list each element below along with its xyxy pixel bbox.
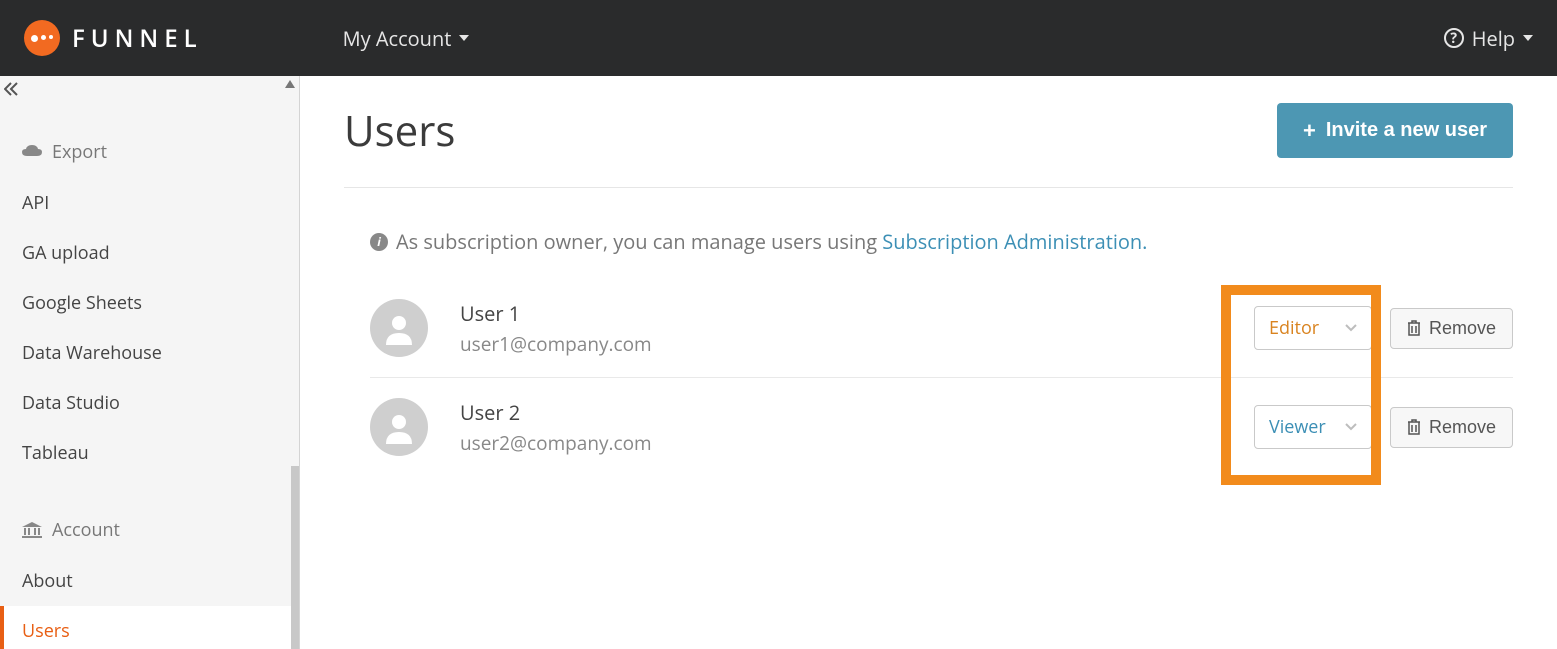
cloud-icon (22, 144, 42, 160)
logo-mark-icon (24, 20, 60, 56)
sidebar-section-export: Export (0, 126, 299, 178)
sidebar-item-google-sheets[interactable]: Google Sheets (0, 278, 299, 328)
sidebar-item-tableau[interactable]: Tableau (0, 428, 299, 478)
remove-label: Remove (1429, 417, 1496, 438)
remove-button[interactable]: Remove (1390, 308, 1513, 349)
user-row: User 1 user1@company.com Editor Remove (370, 279, 1513, 378)
info-banner: i As subscription owner, you can manage … (370, 228, 1513, 255)
collapse-sidebar-button[interactable] (4, 82, 18, 96)
sidebar-item-data-warehouse[interactable]: Data Warehouse (0, 328, 299, 378)
account-dropdown[interactable]: My Account (343, 25, 470, 52)
sidebar-item-about[interactable]: About (0, 556, 299, 606)
trash-icon (1407, 320, 1421, 336)
info-icon: i (370, 233, 388, 251)
chevron-down-icon (1345, 324, 1357, 332)
account-label: My Account (343, 25, 452, 52)
sidebar-item-ga-upload[interactable]: GA upload (0, 228, 299, 278)
user-list: User 1user1@company.comEditorRemoveUser … (370, 279, 1513, 476)
topbar: FUNNEL My Account ? Help (0, 0, 1557, 76)
scrollbar-thumb[interactable] (291, 466, 299, 649)
subscription-admin-link[interactable]: Subscription Administration. (882, 228, 1147, 255)
invite-label: Invite a new user (1326, 119, 1487, 142)
page-title: Users (344, 102, 455, 159)
bank-icon (22, 522, 42, 538)
logo[interactable]: FUNNEL (24, 20, 203, 56)
user-info: User 2 user2@company.com (460, 399, 652, 456)
help-dropdown[interactable]: ? Help (1444, 25, 1533, 52)
role-select[interactable]: Viewer (1254, 405, 1372, 449)
sidebar-item-api[interactable]: API (0, 178, 299, 228)
chevron-down-icon (1345, 423, 1357, 431)
user-email: user1@company.com (460, 331, 652, 357)
sidebar-item-users[interactable]: Users (0, 606, 299, 649)
role-value: Editor (1269, 316, 1319, 340)
trash-icon (1407, 419, 1421, 435)
avatar (370, 398, 428, 456)
invite-user-button[interactable]: + Invite a new user (1277, 103, 1513, 158)
role-value: Viewer (1269, 415, 1326, 439)
scroll-up-icon[interactable] (285, 80, 295, 88)
chevron-down-icon (1523, 35, 1533, 41)
user-row: User 2 user2@company.com Viewer Remove (370, 378, 1513, 476)
user-name: User 1 (460, 300, 652, 327)
role-select[interactable]: Editor (1254, 306, 1372, 350)
chevron-down-icon (459, 35, 469, 41)
avatar (370, 299, 428, 357)
main-content: Users + Invite a new user i As subscript… (300, 76, 1557, 649)
user-email: user2@company.com (460, 430, 652, 456)
user-info: User 1 user1@company.com (460, 300, 652, 357)
user-name: User 2 (460, 399, 652, 426)
remove-label: Remove (1429, 318, 1496, 339)
sidebar: Export APIGA uploadGoogle SheetsData War… (0, 76, 300, 649)
help-icon: ? (1444, 28, 1464, 48)
plus-icon: + (1303, 120, 1316, 142)
sidebar-section-account: Account (0, 504, 299, 556)
sidebar-item-data-studio[interactable]: Data Studio (0, 378, 299, 428)
brand-name: FUNNEL (72, 22, 203, 55)
remove-button[interactable]: Remove (1390, 407, 1513, 448)
page-header: Users + Invite a new user (344, 102, 1513, 188)
info-text: As subscription owner, you can manage us… (396, 228, 882, 255)
help-label: Help (1472, 25, 1515, 52)
